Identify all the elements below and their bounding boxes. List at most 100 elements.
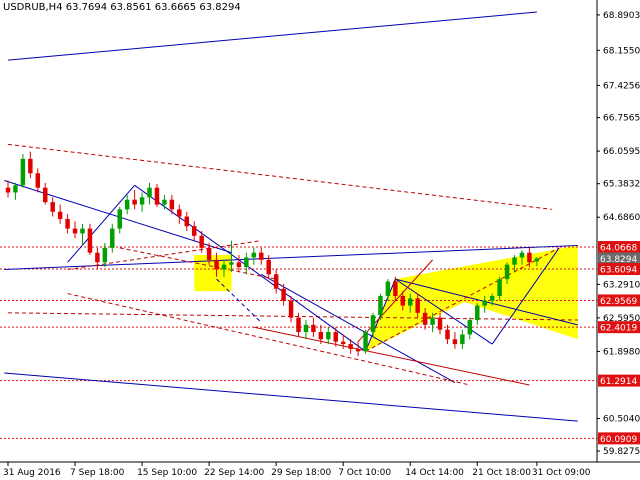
candle-body-52 bbox=[393, 281, 398, 296]
candle-body-36 bbox=[273, 274, 279, 289]
candle-body-64 bbox=[482, 300, 487, 306]
candle-body-59 bbox=[445, 329, 450, 340]
candle-body-66 bbox=[497, 279, 502, 296]
candle-body-58 bbox=[437, 317, 443, 330]
candle-body-57 bbox=[430, 317, 435, 325]
x-tick-label-2: 15 Sep 10:00 bbox=[137, 468, 197, 478]
candle-body-35 bbox=[266, 259, 271, 275]
candle-body-0 bbox=[5, 187, 11, 193]
candle-body-61 bbox=[460, 334, 465, 345]
candle-body-31 bbox=[236, 262, 242, 268]
candle-body-16 bbox=[124, 199, 130, 210]
candle-body-5 bbox=[43, 187, 48, 203]
candle-body-71 bbox=[534, 258, 540, 262]
candle-body-47 bbox=[355, 348, 361, 352]
candle-body-12 bbox=[95, 252, 100, 263]
candle-body-49 bbox=[370, 315, 376, 333]
candle-body-28 bbox=[214, 259, 219, 270]
candle-body-30 bbox=[229, 262, 234, 265]
candle-body-44 bbox=[333, 332, 338, 342]
candle-body-2 bbox=[20, 158, 26, 186]
chart-root: 68.8903 68.1550 67.4256 66.7565 66.0595 65.38… bbox=[0, 0, 640, 480]
level-label-5: 61.2914 bbox=[600, 377, 637, 387]
level-label-3: 62.9569 bbox=[600, 297, 637, 307]
candle-body-41 bbox=[311, 324, 316, 333]
y-tick-label-4: 66.0595 bbox=[603, 147, 640, 157]
candle-body-70 bbox=[527, 252, 532, 263]
candle-body-24 bbox=[184, 216, 190, 227]
candle-body-63 bbox=[475, 305, 480, 321]
candle-body-38 bbox=[288, 300, 294, 318]
candle-body-34 bbox=[259, 252, 264, 260]
candle-body-15 bbox=[117, 209, 122, 229]
candle-body-48 bbox=[363, 332, 368, 352]
candle-body-23 bbox=[177, 209, 182, 217]
y-tick-label-5: 65.3832 bbox=[603, 180, 640, 190]
y-tick-label-3: 66.7565 bbox=[603, 114, 640, 124]
candle-body-65 bbox=[489, 295, 495, 301]
x-tick-label-5: 7 Oct 10:00 bbox=[338, 468, 391, 478]
y-tick-label-10: 60.5040 bbox=[603, 414, 640, 424]
y-tick-label-2: 67.4256 bbox=[603, 81, 640, 91]
candle-body-18 bbox=[139, 197, 145, 205]
candle-body-27 bbox=[206, 247, 212, 260]
candle-body-10 bbox=[80, 228, 85, 234]
candle-body-45 bbox=[340, 341, 346, 345]
y-tick-label-9: 61.8980 bbox=[603, 347, 640, 357]
candle-body-25 bbox=[191, 226, 197, 236]
candle-body-8 bbox=[65, 218, 70, 229]
symbol-info: USDRUB,H4 63.7694 63.8561 63.6665 63.829… bbox=[3, 2, 241, 13]
candle-body-3 bbox=[28, 158, 33, 174]
level-label-0: 64.0668 bbox=[600, 244, 637, 254]
y-tick-label-0: 68.8903 bbox=[603, 11, 640, 21]
candle-body-6 bbox=[50, 202, 55, 212]
candle-body-42 bbox=[318, 332, 324, 340]
candle-body-37 bbox=[281, 288, 286, 301]
candle-body-21 bbox=[162, 199, 167, 205]
candle-body-54 bbox=[407, 298, 413, 306]
candle-body-39 bbox=[296, 317, 301, 333]
candle-body-4 bbox=[35, 173, 41, 188]
x-tick-label-6: 14 Oct 14:00 bbox=[405, 468, 464, 478]
candle-body-14 bbox=[110, 228, 115, 248]
candle-body-40 bbox=[303, 324, 309, 333]
candle-body-29 bbox=[221, 264, 227, 270]
x-tick-label-1: 7 Sep 18:00 bbox=[70, 468, 125, 478]
candle-body-19 bbox=[147, 187, 152, 198]
candle-body-1 bbox=[13, 185, 18, 193]
candle-body-50 bbox=[378, 295, 383, 316]
chart-svg: 68.8903 68.1550 67.4256 66.7565 66.0595 65.38… bbox=[0, 0, 640, 480]
candle-body-22 bbox=[169, 199, 175, 210]
candle-body-67 bbox=[504, 264, 510, 280]
candle-body-51 bbox=[385, 281, 391, 296]
candle-body-69 bbox=[519, 252, 525, 258]
candle-body-53 bbox=[400, 295, 406, 306]
candle-body-46 bbox=[348, 344, 353, 349]
x-tick-label-3: 22 Sep 14:00 bbox=[204, 468, 264, 478]
x-tick-label-7: 21 Oct 18:00 bbox=[472, 468, 531, 478]
y-tick-label-7: 63.2910 bbox=[603, 280, 640, 290]
candle-body-56 bbox=[422, 312, 428, 325]
y-tick-label-6: 64.6860 bbox=[603, 213, 640, 223]
candle-body-33 bbox=[251, 252, 257, 258]
candle-body-7 bbox=[57, 211, 63, 219]
candle-body-55 bbox=[415, 298, 420, 313]
candle-body-60 bbox=[452, 339, 458, 345]
x-tick-label-8: 31 Oct 09:00 bbox=[532, 468, 591, 478]
chart-background bbox=[0, 0, 640, 480]
y-tick-label-11: 59.8275 bbox=[603, 447, 640, 457]
candle-body-20 bbox=[154, 187, 160, 205]
level-label-2: 63.6094 bbox=[600, 266, 637, 276]
candle-body-17 bbox=[132, 199, 137, 205]
y-tick-label-1: 68.1550 bbox=[603, 46, 640, 56]
level-label-6: 60.0909 bbox=[600, 435, 637, 445]
x-tick-label-4: 29 Sep 18:00 bbox=[271, 468, 331, 478]
candle-body-32 bbox=[244, 257, 249, 268]
candle-body-13 bbox=[102, 247, 108, 263]
level-label-4: 62.4019 bbox=[600, 324, 637, 334]
candle-body-62 bbox=[467, 320, 473, 335]
candle-body-11 bbox=[87, 228, 93, 253]
candle-body-9 bbox=[72, 228, 78, 234]
candle-body-26 bbox=[199, 235, 204, 248]
candle-body-68 bbox=[512, 257, 517, 265]
